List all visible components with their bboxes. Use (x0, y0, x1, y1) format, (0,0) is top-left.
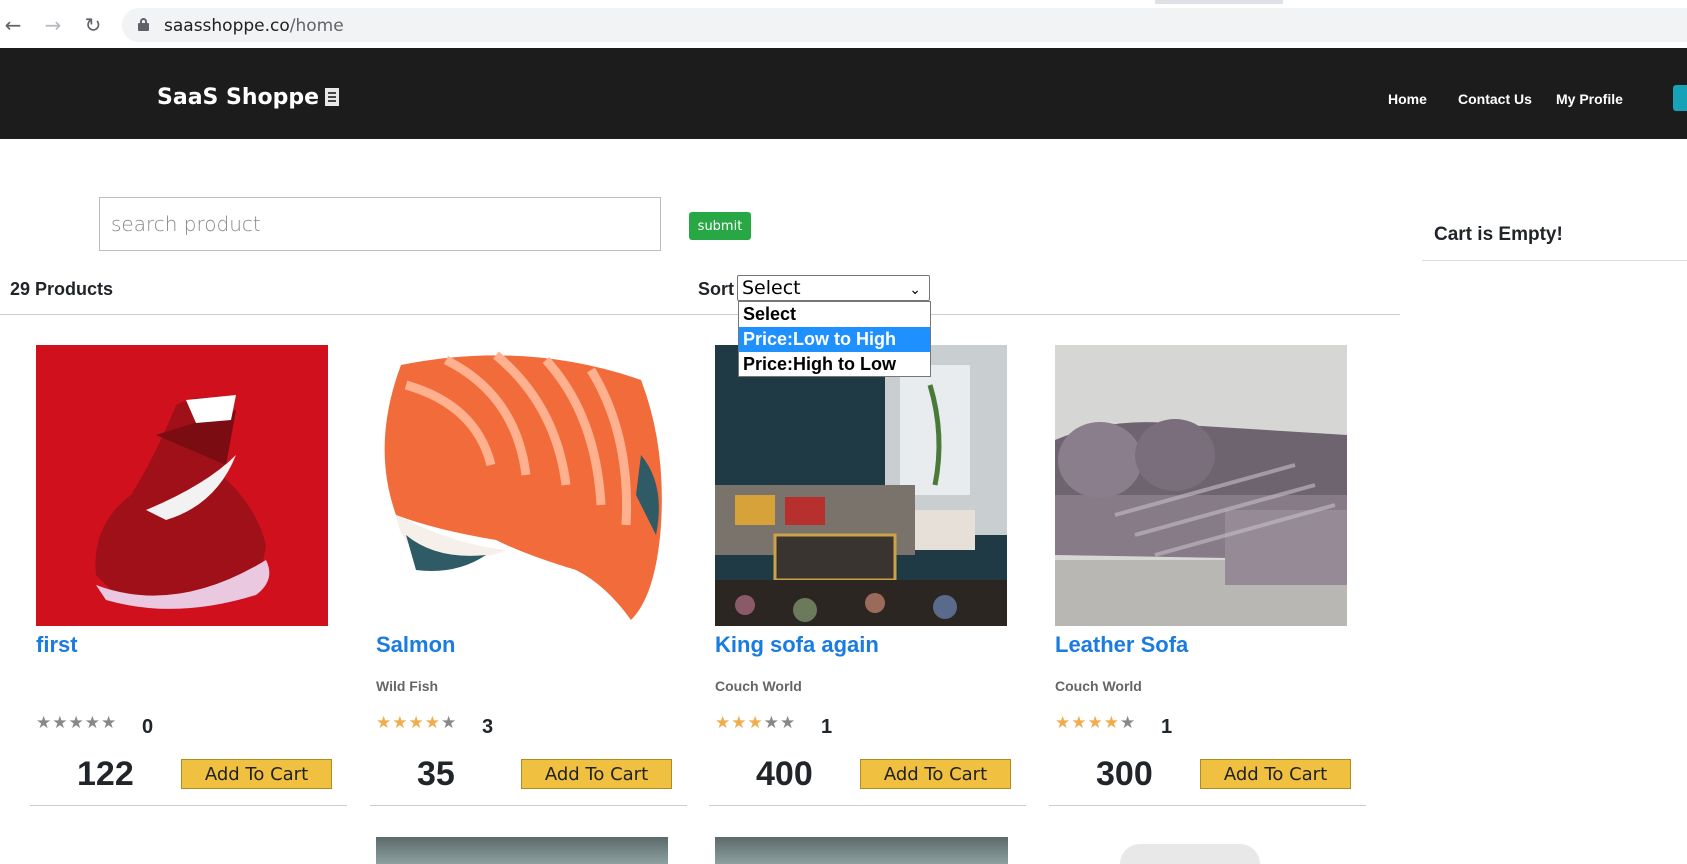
product-price: 300 (1096, 755, 1153, 793)
star-icon: ★ (1071, 713, 1088, 733)
brand-name: SaaS Shoppe (157, 85, 320, 110)
product-image-shoe[interactable] (36, 345, 328, 626)
rating-stars: ★★★★★ (715, 713, 796, 733)
address-bar[interactable]: saasshoppe.co/home (122, 8, 1687, 42)
product-image-partial[interactable] (715, 837, 1008, 864)
star-icon: ★ (747, 713, 764, 733)
product-title[interactable]: Salmon (376, 632, 455, 658)
nav-profile-link[interactable]: My Profile (1556, 91, 1623, 107)
star-icon: ★ (763, 713, 780, 733)
filter-divider (0, 314, 1400, 315)
rating-stars: ★★★★★ (1055, 713, 1136, 733)
product-count: 29 Products (10, 279, 114, 299)
sort-select[interactable]: Select ⌄ (737, 275, 930, 301)
product-title[interactable]: King sofa again (715, 632, 879, 658)
forward-arrow-icon[interactable]: → (40, 12, 66, 38)
nav-contact-link[interactable]: Contact Us (1458, 91, 1532, 107)
chevron-down-icon: ⌄ (909, 282, 921, 298)
url-text[interactable]: saasshoppe.co/home (164, 16, 344, 36)
tab-strip (0, 0, 1687, 4)
product-price: 122 (77, 755, 134, 793)
add-to-cart-button[interactable]: Add To Cart (181, 759, 332, 789)
product-price: 35 (417, 755, 455, 793)
star-icon: ★ (1103, 713, 1120, 733)
star-icon: ★ (101, 713, 118, 733)
product-image-partial[interactable] (1120, 844, 1260, 864)
review-count: 0 (142, 716, 154, 738)
rating-stars: ★★★★★ (36, 713, 117, 733)
cart-status: Cart is Empty! (1434, 224, 1563, 245)
cart-divider (1422, 260, 1687, 261)
product-card: first ★★★★★ 0 122 Add To Cart (30, 345, 347, 806)
star-icon: ★ (424, 713, 441, 733)
sort-label: Sort (698, 279, 734, 299)
submit-button[interactable]: submit (689, 212, 751, 240)
sort-selected-value: Select (742, 277, 801, 299)
search-input[interactable] (99, 197, 661, 251)
product-card: Salmon Wild Fish ★★★★★ 3 35 Add To Cart (370, 345, 687, 806)
review-count: 1 (1161, 716, 1173, 738)
add-to-cart-button[interactable]: Add To Cart (860, 759, 1011, 789)
brand-logo[interactable]: SaaS Shoppe (157, 85, 340, 110)
product-title[interactable]: first (36, 632, 78, 658)
star-icon: ★ (441, 713, 458, 733)
card-divider (30, 805, 347, 806)
review-count: 3 (482, 716, 494, 738)
sort-option-price-high-low[interactable]: Price:High to Low (739, 352, 930, 377)
star-icon: ★ (1120, 713, 1137, 733)
card-divider (709, 805, 1026, 806)
reload-icon[interactable]: ↻ (80, 12, 106, 38)
product-price: 400 (756, 755, 813, 793)
tab[interactable] (1283, 0, 1687, 4)
star-icon: ★ (1055, 713, 1072, 733)
add-to-cart-button[interactable]: Add To Cart (1200, 759, 1351, 789)
sort-option-select[interactable]: Select (739, 302, 930, 327)
site-navbar: SaaS Shoppe Home Contact Us My Profile (0, 48, 1687, 139)
product-card: King sofa again Couch World ★★★★★ 1 400 … (709, 345, 1026, 806)
star-icon: ★ (780, 713, 797, 733)
lock-icon[interactable] (138, 18, 149, 31)
card-divider (1049, 805, 1366, 806)
product-title[interactable]: Leather Sofa (1055, 632, 1188, 658)
product-seller[interactable]: Couch World (1055, 678, 1142, 694)
star-icon: ★ (68, 713, 85, 733)
nav-action-button[interactable] (1673, 85, 1687, 111)
sort-option-price-low-high[interactable]: Price:Low to High (739, 327, 930, 352)
star-icon: ★ (376, 713, 393, 733)
star-icon: ★ (715, 713, 732, 733)
star-icon: ★ (392, 713, 409, 733)
browser-toolbar: ← → ↻ saasshoppe.co/home (0, 0, 1687, 48)
product-seller[interactable]: Couch World (715, 678, 802, 694)
document-icon (325, 88, 340, 106)
star-icon: ★ (52, 713, 69, 733)
star-icon: ★ (731, 713, 748, 733)
url-path: /home (289, 16, 344, 36)
sort-dropdown: Select Price:Low to High Price:High to L… (738, 301, 931, 377)
star-icon: ★ (36, 713, 53, 733)
star-icon: ★ (408, 713, 425, 733)
product-image-sofa[interactable] (1055, 345, 1347, 626)
product-image-partial[interactable] (376, 837, 668, 864)
back-arrow-icon[interactable]: ← (0, 12, 26, 38)
card-divider (370, 805, 687, 806)
star-icon: ★ (1087, 713, 1104, 733)
product-image-living-room[interactable] (715, 345, 1007, 626)
product-card: Leather Sofa Couch World ★★★★★ 1 300 Add… (1049, 345, 1366, 806)
rating-stars: ★★★★★ (376, 713, 457, 733)
url-domain: saasshoppe.co (164, 16, 290, 36)
review-count: 1 (821, 716, 833, 738)
star-icon: ★ (84, 713, 101, 733)
add-to-cart-button[interactable]: Add To Cart (521, 759, 672, 789)
product-image-salmon[interactable] (376, 345, 668, 626)
nav-home-link[interactable]: Home (1388, 91, 1427, 107)
active-tab[interactable] (0, 0, 1155, 4)
product-seller[interactable]: Wild Fish (376, 678, 438, 694)
